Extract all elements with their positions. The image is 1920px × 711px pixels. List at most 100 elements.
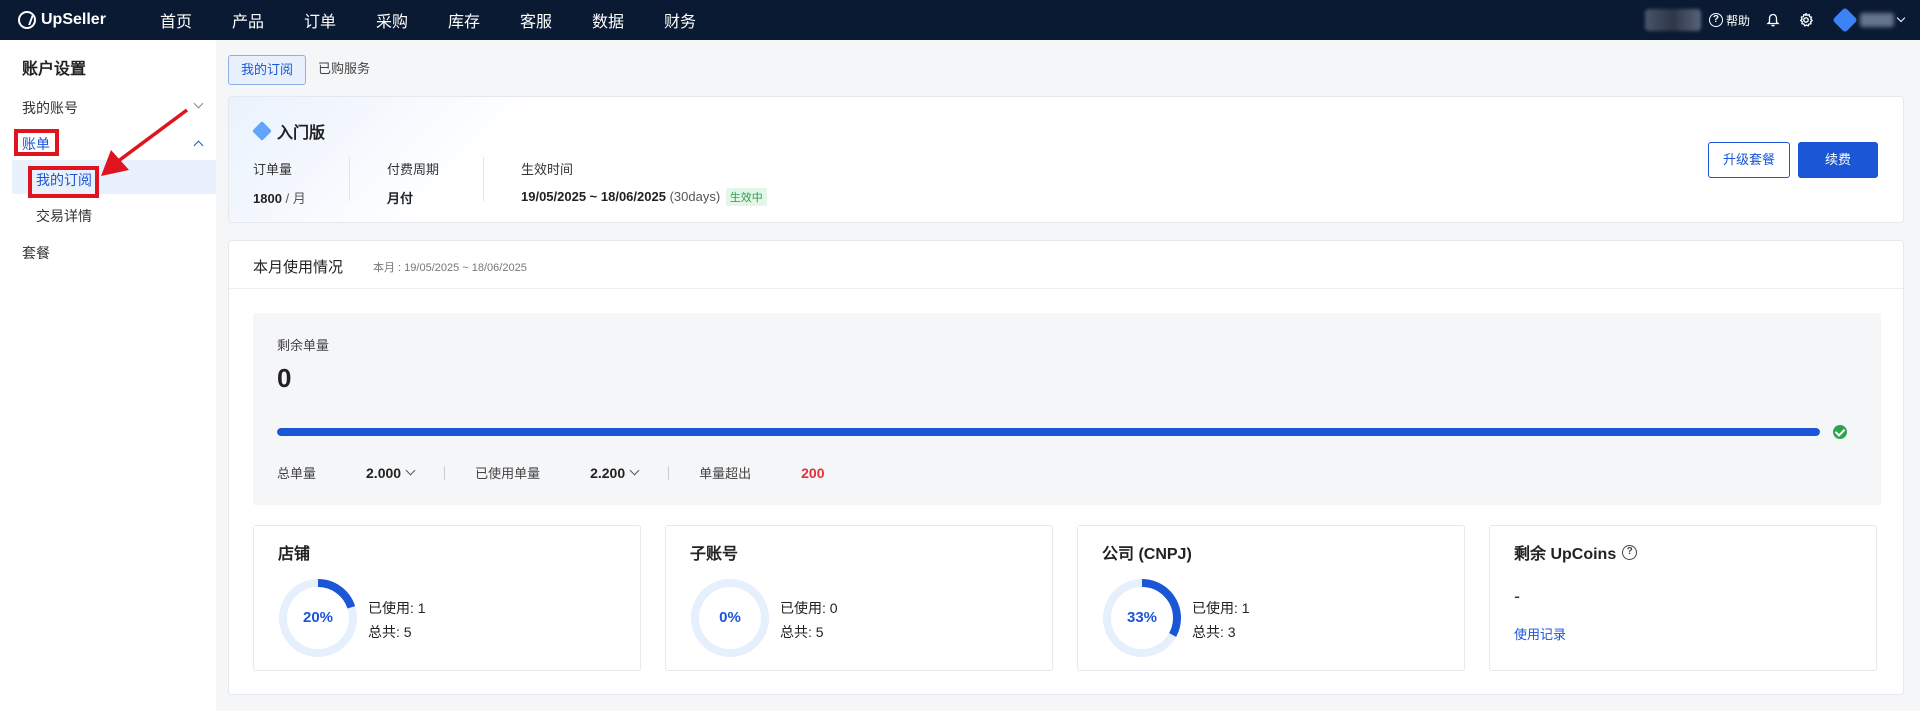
total-label: 总共: bbox=[1192, 624, 1228, 640]
effective-time-value-group: 19/05/2025 ~ 18/06/2025 (30days) 生效中 bbox=[521, 188, 767, 206]
remaining-orders-panel: 剩余单量 0 总单量 2.000 已使用单量 2.200 单量超出 200 bbox=[253, 313, 1881, 505]
sub-accounts-total-row: 总共: 5 bbox=[780, 620, 838, 644]
renew-button[interactable]: 续费 bbox=[1798, 142, 1878, 178]
effective-time-label: 生效时间 bbox=[521, 162, 574, 177]
main-nav: 首页 产品 订单 采购 库存 客服 数据 财务 bbox=[160, 8, 736, 32]
company-total: 3 bbox=[1227, 624, 1236, 640]
order-qty-label: 订单量 bbox=[253, 162, 293, 177]
brand-name: UpSeller bbox=[41, 11, 106, 28]
company-total-row: 总共: 3 bbox=[1192, 620, 1250, 644]
nav-orders[interactable]: 订单 bbox=[304, 8, 376, 32]
company-percent: 33% bbox=[1126, 609, 1158, 626]
total-label: 总共: bbox=[780, 624, 816, 640]
sidebar-item-plans[interactable]: 套餐 bbox=[22, 243, 50, 263]
total-label: 总单量 bbox=[277, 466, 317, 481]
quantity-summary: 总单量 2.000 已使用单量 2.200 单量超出 200 bbox=[277, 463, 825, 482]
stores-total: 5 bbox=[403, 624, 412, 640]
sub-accounts-stats: 已使用: 0 总共: 5 bbox=[780, 596, 838, 644]
sub-accounts-used-row: 已使用: 0 bbox=[780, 596, 838, 620]
nav-inventory[interactable]: 库存 bbox=[448, 8, 520, 32]
total-label: 总共: bbox=[368, 624, 404, 640]
order-qty-value-group: 1800 / 月 bbox=[253, 188, 306, 207]
used-label: 已使用: bbox=[1192, 600, 1242, 616]
plan-card: 入门版 订单量 1800 / 月 付费周期 月付 生效时间 19/05/2025… bbox=[228, 96, 1904, 223]
divider bbox=[483, 157, 484, 201]
tab-purchased-services[interactable]: 已购服务 bbox=[306, 55, 382, 85]
nav-purchasing[interactable]: 采购 bbox=[376, 8, 448, 32]
usage-title: 本月使用情况 bbox=[253, 259, 344, 276]
blurred-shop-selector[interactable] bbox=[1644, 9, 1701, 31]
remaining-value: 0 bbox=[277, 363, 292, 393]
effective-time-stat: 生效时间 19/05/2025 ~ 18/06/2025 (30days) 生效… bbox=[521, 159, 767, 206]
sub-accounts-percent: 0% bbox=[719, 609, 741, 626]
help-button[interactable]: ? 帮助 bbox=[1708, 12, 1750, 29]
chevron-up-icon[interactable] bbox=[193, 140, 204, 151]
upseller-logo-icon bbox=[18, 11, 36, 29]
tab-my-subscription[interactable]: 我的订阅 bbox=[228, 55, 307, 85]
nav-home[interactable]: 首页 bbox=[160, 8, 232, 32]
usage-progress-fill bbox=[277, 428, 1820, 436]
usage-progress-bar bbox=[277, 428, 1820, 436]
stores-used-row: 已使用: 1 bbox=[368, 596, 426, 620]
nav-finance[interactable]: 财务 bbox=[664, 8, 736, 32]
subscription-tabs: 我的订阅 已购服务 bbox=[228, 55, 382, 85]
divider bbox=[444, 465, 446, 480]
billing-cycle-value: 月付 bbox=[387, 191, 414, 206]
effective-days: (30days) bbox=[665, 189, 721, 204]
used-value: 2.200 bbox=[590, 464, 626, 481]
company-title: 公司 (CNPJ) bbox=[1102, 546, 1192, 563]
check-circle-icon bbox=[1833, 425, 1847, 439]
sidebar-item-transactions[interactable]: 交易详情 bbox=[36, 206, 92, 226]
user-tier-icon bbox=[1832, 7, 1858, 33]
chevron-down-icon[interactable] bbox=[193, 98, 204, 109]
nav-customer-service[interactable]: 客服 bbox=[520, 8, 592, 32]
monthly-usage-card: 本月使用情况 本月 : 19/05/2025 ~ 18/06/2025 剩余单量… bbox=[228, 240, 1904, 695]
sub-accounts-title: 子账号 bbox=[690, 546, 739, 563]
billing-cycle-stat: 付费周期 月付 bbox=[387, 159, 439, 207]
top-navbar: UpSeller 首页 产品 订单 采购 库存 客服 数据 财务 ? 帮助 bbox=[0, 0, 1920, 40]
stores-percent: 20% bbox=[302, 609, 334, 626]
diamond-icon bbox=[252, 121, 272, 141]
user-menu[interactable] bbox=[1832, 7, 1906, 33]
overage-label: 单量超出 bbox=[699, 466, 752, 481]
bell-icon[interactable] bbox=[1766, 13, 1780, 27]
status-badge: 生效中 bbox=[725, 188, 767, 206]
question-icon[interactable]: ? bbox=[1622, 544, 1638, 560]
brand-logo[interactable]: UpSeller bbox=[18, 11, 128, 29]
usage-history-link[interactable]: 使用记录 bbox=[1514, 624, 1566, 643]
order-qty-value: 1800 bbox=[253, 191, 282, 206]
top-right-tools: ? 帮助 bbox=[1644, 0, 1920, 40]
used-value-dropdown[interactable]: 2.200 bbox=[590, 464, 640, 481]
billing-cycle-label: 付费周期 bbox=[387, 162, 440, 177]
annotation-box-billing bbox=[14, 129, 59, 156]
order-qty-stat: 订单量 1800 / 月 bbox=[253, 159, 306, 207]
chevron-down-icon bbox=[405, 465, 416, 476]
overage-value: 200 bbox=[801, 464, 825, 481]
company-used: 1 bbox=[1241, 600, 1250, 616]
nav-products[interactable]: 产品 bbox=[232, 8, 304, 32]
chevron-down-icon bbox=[629, 465, 640, 476]
company-stats: 已使用: 1 总共: 3 bbox=[1192, 596, 1250, 644]
upcoins-card: 剩余 UpCoins ? - 使用记录 bbox=[1489, 525, 1877, 671]
stores-title: 店铺 bbox=[278, 546, 311, 563]
usage-range: 本月 : 19/05/2025 ~ 18/06/2025 bbox=[373, 262, 527, 274]
usage-header: 本月使用情况 本月 : 19/05/2025 ~ 18/06/2025 bbox=[229, 241, 1903, 289]
plan-name: 入门版 bbox=[277, 125, 326, 142]
stores-total-row: 总共: 5 bbox=[368, 620, 426, 644]
sub-accounts-total: 5 bbox=[815, 624, 824, 640]
divider bbox=[349, 157, 350, 201]
company-card: 公司 (CNPJ) 33% 已使用: 1 总共: 3 bbox=[1077, 525, 1465, 671]
used-label: 已使用单量 bbox=[475, 466, 541, 481]
upcoins-title-group: 剩余 UpCoins ? bbox=[1514, 540, 1638, 564]
used-label: 已使用: bbox=[368, 600, 418, 616]
sidebar-title: 账户设置 bbox=[22, 61, 87, 78]
nav-data[interactable]: 数据 bbox=[592, 8, 664, 32]
used-label: 已使用: bbox=[780, 600, 830, 616]
annotation-arrow-icon bbox=[101, 108, 189, 176]
total-value-dropdown[interactable]: 2.000 bbox=[366, 465, 416, 481]
upgrade-plan-button[interactable]: 升级套餐 bbox=[1708, 142, 1790, 178]
gear-icon[interactable] bbox=[1798, 12, 1814, 28]
help-icon: ? bbox=[1708, 13, 1723, 27]
sidebar-item-my-account[interactable]: 我的账号 bbox=[22, 98, 78, 118]
order-qty-unit: / 月 bbox=[281, 191, 306, 206]
